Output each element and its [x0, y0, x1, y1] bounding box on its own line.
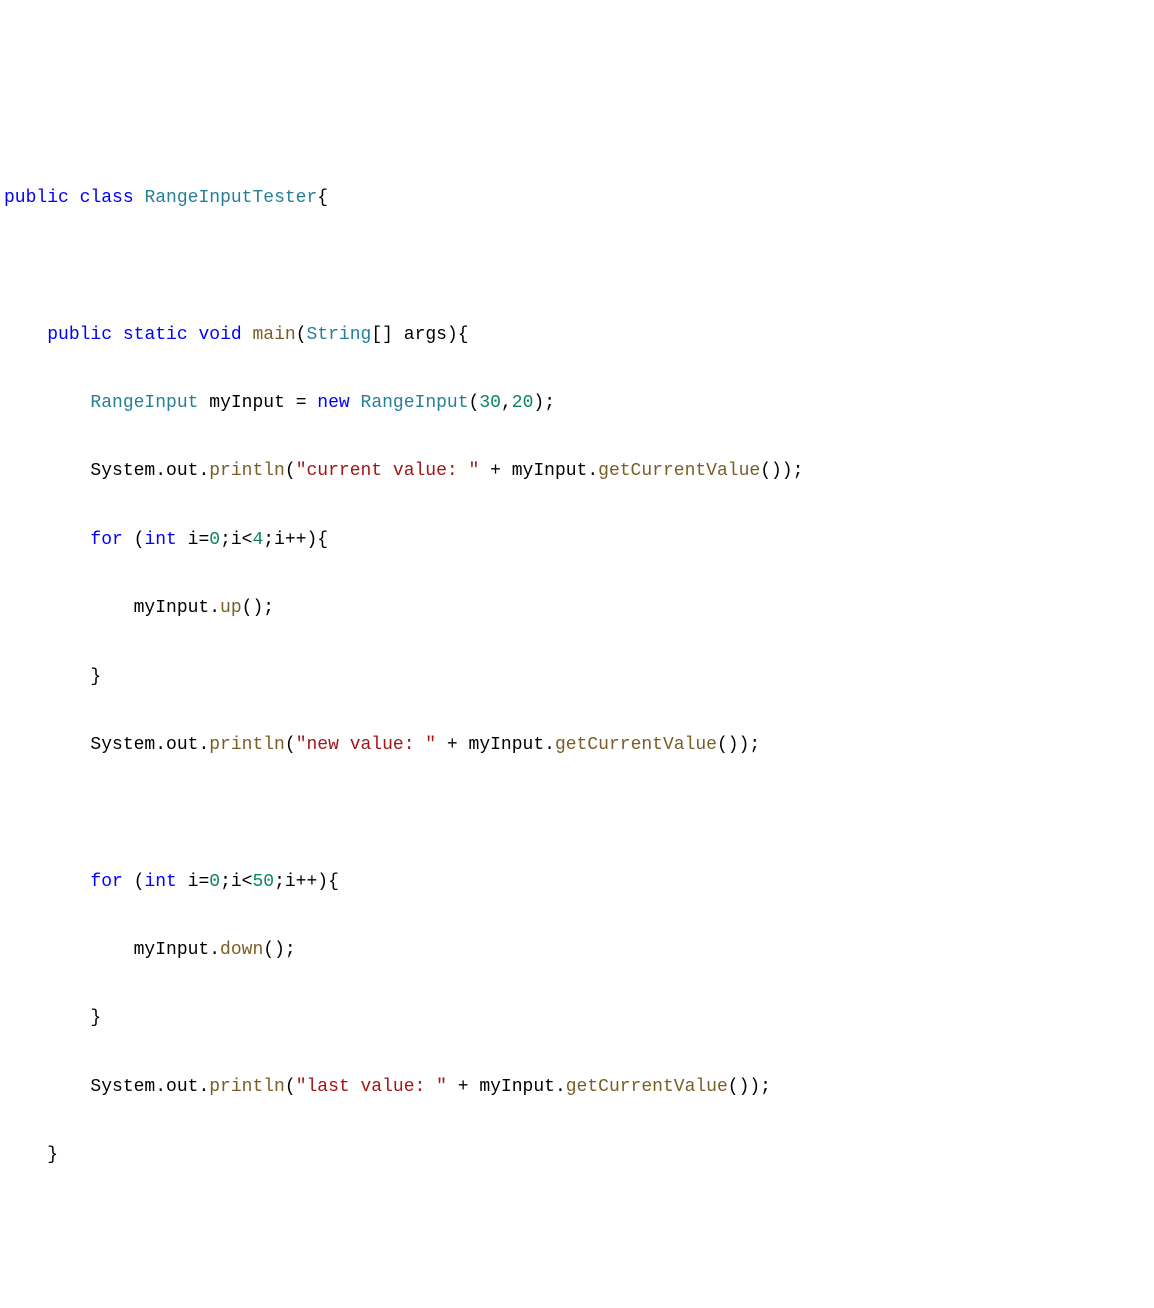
param-name: args	[404, 325, 447, 345]
paren: (	[285, 461, 296, 481]
number-literal: 4	[252, 530, 263, 550]
keyword-for: for	[90, 530, 122, 550]
class-name: RangeInputTester	[144, 188, 317, 208]
paren: (	[123, 530, 145, 550]
paren-brace: ){	[447, 325, 469, 345]
getter-call: getCurrentValue	[598, 461, 760, 481]
println-call: println	[209, 735, 285, 755]
concat: + myInput.	[479, 461, 598, 481]
param-type: String	[307, 325, 372, 345]
code-line: RangeInput myInput = new RangeInput(30,2…	[4, 386, 1154, 420]
system-out: System.out.	[90, 735, 209, 755]
method-call: up	[220, 598, 242, 618]
code-line: System.out.println("current value: " + m…	[4, 454, 1154, 488]
ctor-name: RangeInput	[361, 393, 469, 413]
close: ());	[760, 461, 803, 481]
code-line: System.out.println("new value: " + myInp…	[4, 728, 1154, 762]
keyword-int: int	[144, 872, 176, 892]
getter-call: getCurrentValue	[555, 735, 717, 755]
blank-line	[4, 1207, 1154, 1241]
obj-ref: myInput.	[134, 940, 220, 960]
close: ());	[728, 1077, 771, 1097]
cond: ;i<	[220, 872, 252, 892]
println-call: println	[209, 461, 285, 481]
string-literal: "last value: "	[296, 1077, 447, 1097]
code-line: public static void main(String[] args){	[4, 318, 1154, 352]
number-literal: 0	[209, 530, 220, 550]
string-literal: "new value: "	[296, 735, 436, 755]
code-line: for (int i=0;i<4;i++){	[4, 523, 1154, 557]
keyword-void: void	[198, 325, 241, 345]
iter: ;i++){	[263, 530, 328, 550]
blank-line	[4, 1275, 1154, 1308]
init: i=	[177, 872, 209, 892]
concat: + myInput.	[436, 735, 555, 755]
keyword-static: static	[123, 325, 188, 345]
keyword-new: new	[317, 393, 349, 413]
comma: ,	[501, 393, 512, 413]
code-line: for (int i=0;i<50;i++){	[4, 865, 1154, 899]
number-literal: 50	[252, 872, 274, 892]
keyword-int: int	[144, 530, 176, 550]
cond: ;i<	[220, 530, 252, 550]
brace-close: }	[90, 667, 101, 687]
paren: (	[285, 1077, 296, 1097]
iter: ;i++){	[274, 872, 339, 892]
keyword-class: class	[80, 188, 134, 208]
number-literal: 0	[209, 872, 220, 892]
brace-close: }	[47, 1145, 58, 1165]
keyword-public: public	[47, 325, 112, 345]
number-literal: 20	[512, 393, 534, 413]
obj-ref: myInput.	[134, 598, 220, 618]
paren: (	[296, 325, 307, 345]
var-type: RangeInput	[90, 393, 198, 413]
paren: (	[469, 393, 480, 413]
assign: =	[285, 393, 317, 413]
code-block: public class RangeInputTester{ public st…	[0, 147, 1154, 1308]
close: ();	[242, 598, 274, 618]
blank-line	[4, 796, 1154, 830]
keyword-public: public	[4, 188, 69, 208]
var-name: myInput	[209, 393, 285, 413]
code-line: }	[4, 1138, 1154, 1172]
method-name: main	[253, 325, 296, 345]
init: i=	[177, 530, 209, 550]
brace-close: }	[90, 1008, 101, 1028]
blank-line	[4, 249, 1154, 283]
code-line: myInput.up();	[4, 591, 1154, 625]
system-out: System.out.	[90, 461, 209, 481]
paren: (	[285, 735, 296, 755]
code-line: myInput.down();	[4, 933, 1154, 967]
println-call: println	[209, 1077, 285, 1097]
code-line: }	[4, 660, 1154, 694]
code-line: System.out.println("last value: " + myIn…	[4, 1070, 1154, 1104]
system-out: System.out.	[90, 1077, 209, 1097]
close: );	[533, 393, 555, 413]
getter-call: getCurrentValue	[566, 1077, 728, 1097]
brace-open: {	[317, 188, 328, 208]
code-line: }	[4, 1001, 1154, 1035]
close: ());	[717, 735, 760, 755]
brackets: []	[371, 325, 393, 345]
close: ();	[263, 940, 295, 960]
paren: (	[123, 872, 145, 892]
code-line: public class RangeInputTester{	[4, 181, 1154, 215]
string-literal: "current value: "	[296, 461, 480, 481]
number-literal: 30	[479, 393, 501, 413]
keyword-for: for	[90, 872, 122, 892]
concat: + myInput.	[447, 1077, 566, 1097]
method-call: down	[220, 940, 263, 960]
